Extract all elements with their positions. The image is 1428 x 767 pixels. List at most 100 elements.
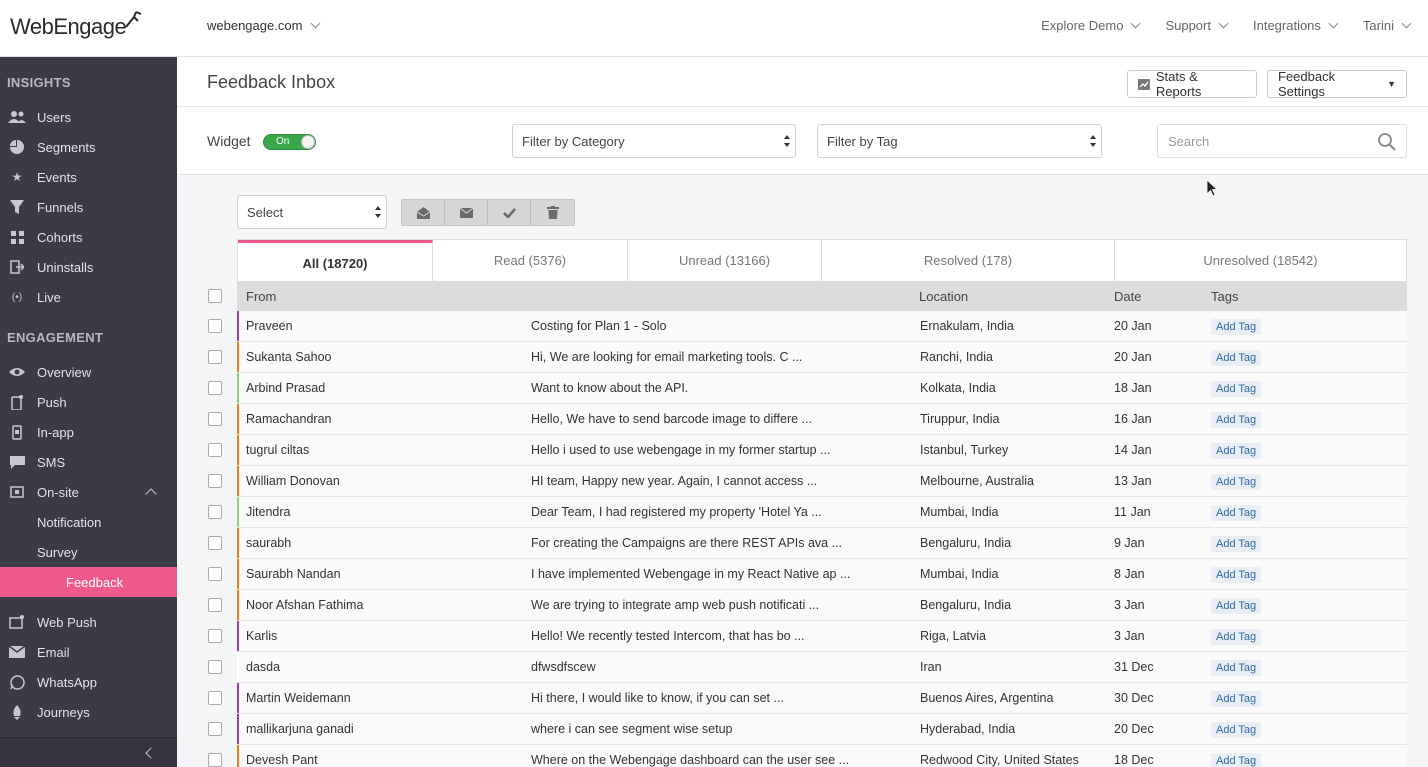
mark-read-button[interactable]	[402, 200, 445, 225]
add-tag-button[interactable]: Add Tag	[1211, 567, 1262, 583]
row-message[interactable]: Hello, We have to send barcode image to …	[531, 412, 812, 426]
add-tag-button[interactable]: Add Tag	[1211, 598, 1262, 614]
sidebar-item-whatsapp[interactable]: WhatsApp	[0, 667, 177, 697]
sidebar-item-users[interactable]: Users	[0, 102, 177, 132]
add-tag-button[interactable]: Add Tag	[1211, 381, 1262, 397]
row-message[interactable]: HI team, Happy new year. Again, I cannot…	[531, 474, 817, 488]
table-row[interactable]: Ramachandran Hello, We have to send barco…	[208, 404, 1407, 435]
add-tag-button[interactable]: Add Tag	[1211, 660, 1262, 676]
table-row[interactable]: Karlis Hello! We recently tested Intercom…	[208, 621, 1407, 652]
sidebar-item-in-app[interactable]: In-app	[0, 417, 177, 447]
nav-user-menu[interactable]: Tarini	[1363, 18, 1412, 33]
row-message[interactable]: I have implemented Webengage in my React…	[531, 567, 850, 581]
nav-support[interactable]: Support	[1165, 18, 1229, 33]
add-tag-button[interactable]: Add Tag	[1211, 691, 1262, 707]
table-row[interactable]: tugrul ciltas Hello i used to use webenga…	[208, 435, 1407, 466]
stats-reports-button[interactable]: Stats & Reports	[1127, 69, 1257, 99]
filter-tag-select[interactable]: Filter by Tag	[817, 124, 1102, 158]
feedback-settings-button[interactable]: Feedback Settings ▼	[1267, 69, 1407, 99]
add-tag-button[interactable]: Add Tag	[1211, 412, 1262, 428]
chevron-up-icon[interactable]	[145, 488, 157, 500]
row-checkbox[interactable]	[208, 350, 222, 364]
sidebar-item-notification[interactable]: Notification	[0, 507, 177, 537]
sidebar-item-feedback[interactable]: Feedback	[0, 567, 177, 597]
row-message[interactable]: Want to know about the API.	[531, 381, 688, 395]
row-message[interactable]: dfwsdfscew	[531, 660, 596, 674]
row-message[interactable]: Hi there, I would like to know, if you c…	[531, 691, 784, 705]
sidebar-collapse-button[interactable]	[0, 737, 177, 767]
table-row[interactable]: Noor Afshan Fathima We are trying to inte…	[208, 590, 1407, 621]
delete-button[interactable]	[531, 200, 574, 225]
filter-category-select[interactable]: Filter by Category	[512, 124, 796, 158]
sidebar-item-segments[interactable]: Segments	[0, 132, 177, 162]
table-row[interactable]: Arbind Prasad Want to know about the API.…	[208, 373, 1407, 404]
sidebar-item-uninstalls[interactable]: Uninstalls	[0, 252, 177, 282]
table-row[interactable]: dasda dfwsdfscew Iran 31 Dec Add Tag	[208, 652, 1407, 683]
row-message[interactable]: where i can see segment wise setup	[531, 722, 733, 736]
sidebar-item-on-site[interactable]: On-site	[0, 477, 177, 507]
sidebar-item-web-push[interactable]: Web Push	[0, 607, 177, 637]
widget-toggle[interactable]: On	[263, 134, 316, 150]
row-checkbox[interactable]	[208, 660, 222, 674]
account-switcher[interactable]: webengage.com	[207, 18, 321, 33]
row-checkbox[interactable]	[208, 443, 222, 457]
select-all-checkbox[interactable]	[208, 289, 222, 303]
search-icon[interactable]	[1378, 133, 1396, 151]
tab-unresolved[interactable]: Unresolved (18542)	[1115, 240, 1406, 281]
row-checkbox[interactable]	[208, 722, 222, 736]
tab-unread[interactable]: Unread (13166)	[628, 240, 822, 281]
sidebar-item-sms[interactable]: SMS	[0, 447, 177, 477]
add-tag-button[interactable]: Add Tag	[1211, 536, 1262, 552]
row-message[interactable]: Hello i used to use webengage in my form…	[531, 443, 830, 457]
table-row[interactable]: Jitendra Dear Team, I had registered my p…	[208, 497, 1407, 528]
tab-resolved[interactable]: Resolved (178)	[822, 240, 1115, 281]
sidebar-item-events[interactable]: ★ Events	[0, 162, 177, 192]
row-checkbox[interactable]	[208, 319, 222, 333]
add-tag-button[interactable]: Add Tag	[1211, 753, 1262, 767]
row-checkbox[interactable]	[208, 753, 222, 767]
table-row[interactable]: Praveen Costing for Plan 1 - Solo Ernakula…	[208, 311, 1407, 342]
search-input[interactable]	[1168, 125, 1378, 157]
row-checkbox[interactable]	[208, 598, 222, 612]
row-checkbox[interactable]	[208, 474, 222, 488]
table-row[interactable]: Saurabh Nandan I have implemented Webenga…	[208, 559, 1407, 590]
row-message[interactable]: Hi, We are looking for email marketing t…	[531, 350, 802, 364]
row-checkbox[interactable]	[208, 381, 222, 395]
sidebar-item-email[interactable]: Email	[0, 637, 177, 667]
row-message[interactable]: For creating the Campaigns are there RES…	[531, 536, 842, 550]
row-message[interactable]: Where on the Webengage dashboard can the…	[531, 753, 849, 767]
add-tag-button[interactable]: Add Tag	[1211, 319, 1262, 335]
row-checkbox[interactable]	[208, 412, 222, 426]
table-row[interactable]: Sukanta Sahoo Hi, We are looking for emai…	[208, 342, 1407, 373]
tab-read[interactable]: Read (5376)	[433, 240, 628, 281]
row-message[interactable]: We are trying to integrate amp web push …	[531, 598, 819, 612]
add-tag-button[interactable]: Add Tag	[1211, 505, 1262, 521]
sidebar-item-live[interactable]: (•) Live	[0, 282, 177, 312]
row-checkbox[interactable]	[208, 629, 222, 643]
row-message[interactable]: Hello! We recently tested Intercom, that…	[531, 629, 805, 643]
bulk-select-dropdown[interactable]: Select	[237, 195, 387, 229]
sidebar-item-funnels[interactable]: Funnels	[0, 192, 177, 222]
add-tag-button[interactable]: Add Tag	[1211, 722, 1262, 738]
row-checkbox[interactable]	[208, 536, 222, 550]
sidebar-item-survey[interactable]: Survey	[0, 537, 177, 567]
table-row[interactable]: William Donovan HI team, Happy new year. …	[208, 466, 1407, 497]
add-tag-button[interactable]: Add Tag	[1211, 443, 1262, 459]
tab-all[interactable]: All (18720)	[238, 240, 433, 281]
table-row[interactable]: Devesh Pant Where on the Webengage dashbo…	[208, 745, 1407, 767]
sidebar-item-push[interactable]: Push	[0, 387, 177, 417]
row-checkbox[interactable]	[208, 505, 222, 519]
sidebar-item-cohorts[interactable]: Cohorts	[0, 222, 177, 252]
row-message[interactable]: Dear Team, I had registered my property …	[531, 505, 822, 519]
row-checkbox[interactable]	[208, 691, 222, 705]
nav-integrations[interactable]: Integrations	[1253, 18, 1339, 33]
row-message[interactable]: Costing for Plan 1 - Solo	[531, 319, 667, 333]
add-tag-button[interactable]: Add Tag	[1211, 629, 1262, 645]
resolve-button[interactable]	[488, 200, 531, 225]
table-row[interactable]: mallikarjuna ganadi where i can see segme…	[208, 714, 1407, 745]
table-row[interactable]: Martin Weidemann Hi there, I would like t…	[208, 683, 1407, 714]
row-checkbox[interactable]	[208, 567, 222, 581]
webengage-logo[interactable]: WebEngage	[10, 10, 144, 44]
sidebar-item-overview[interactable]: Overview	[0, 357, 177, 387]
sidebar-item-journeys[interactable]: Journeys	[0, 697, 177, 727]
